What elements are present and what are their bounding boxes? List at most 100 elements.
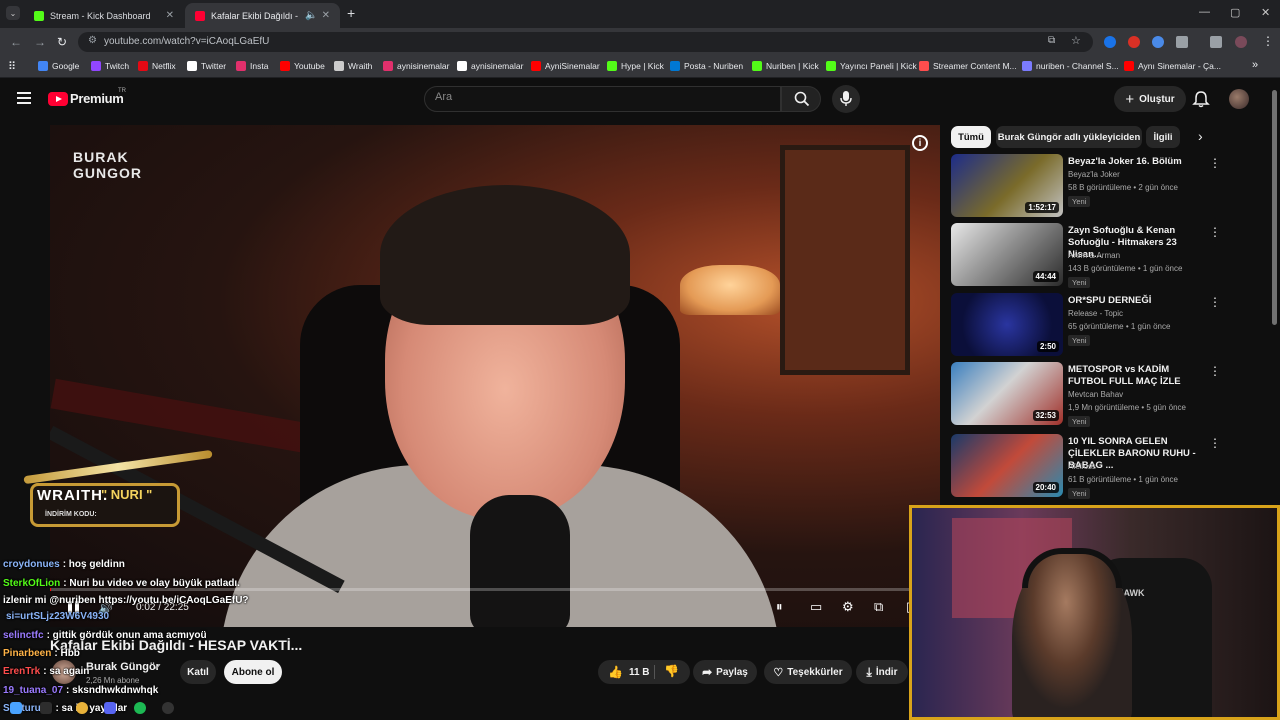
media-control-icon[interactable] [1210, 36, 1222, 48]
bookmark-item[interactable]: Insta [236, 61, 268, 71]
speaker-icon[interactable]: 🔈 [305, 10, 317, 21]
related-video-item[interactable]: 1:52:17 Beyaz'la Joker 16. Bölüm Beyaz'la … [951, 154, 1221, 220]
maximize-icon[interactable]: ▢ [1230, 6, 1240, 19]
install-icon[interactable]: ⧉ [1048, 35, 1055, 46]
chevron-right-icon[interactable]: › [1198, 128, 1203, 144]
more-vert-icon[interactable]: ⋮ [1209, 156, 1221, 170]
search-box[interactable] [424, 86, 781, 112]
bookmark-item[interactable]: Twitter [187, 61, 226, 71]
app-icon-1[interactable] [40, 702, 52, 714]
related-video-channel[interactable]: Arem & Arman [1068, 251, 1120, 260]
tab-close-icon[interactable]: ✕ [322, 10, 330, 21]
info-icon[interactable]: i [912, 135, 928, 151]
notifications-bell-icon[interactable] [1192, 90, 1210, 108]
bookmark-item[interactable]: Hype | Kick [607, 61, 664, 71]
related-video-item[interactable]: 32:53 METOSPOR vs KADİM FUTBOL FULL MAÇ İ… [951, 362, 1221, 428]
video-thumbnail[interactable]: 2:50 [951, 293, 1063, 356]
extension-icon-3[interactable] [1152, 36, 1164, 48]
related-video-channel[interactable]: Mevtcan Bahav [1068, 390, 1123, 399]
video-thumbnail[interactable]: 32:53 [951, 362, 1063, 425]
reload-icon[interactable]: ↻ [57, 35, 67, 49]
chrome-icon[interactable] [76, 702, 88, 714]
download-button[interactable]: ⤓ İndir [856, 660, 908, 684]
bookmark-item[interactable]: nuriben - Channel S... [1022, 61, 1119, 71]
bookmark-item[interactable]: Youtube [280, 61, 325, 71]
video-thumbnail[interactable]: 44:44 [951, 223, 1063, 286]
related-video-item[interactable]: 44:44 Zayn Sofuoğlu & Kenan Sofuoğlu - Hi… [951, 223, 1221, 289]
video-thumbnail[interactable]: 20:40 [951, 434, 1063, 497]
related-video-channel[interactable]: Release - Topic [1068, 309, 1123, 318]
address-bar[interactable]: ⚙ youtube.com/watch?v=iCAoqLGaEfU ⧉ ☆ [78, 32, 1093, 52]
create-button[interactable]: + Oluştur [1114, 86, 1186, 112]
bookmark-item[interactable]: Twitch [91, 61, 129, 71]
more-options-icon[interactable]: ⋮ [1262, 34, 1274, 48]
tab-search-icon[interactable]: ⌄ [6, 6, 20, 20]
bookmark-item[interactable]: Netflix [138, 61, 176, 71]
share-button[interactable]: ➦ Paylaş [693, 660, 757, 684]
subtitles-icon[interactable]: ▭ [810, 599, 822, 615]
new-tab-button[interactable]: + [347, 5, 355, 21]
bookmark-item[interactable]: Aynı Sinemalar - Ça... [1124, 61, 1221, 71]
chip-all[interactable]: Tümü [951, 126, 991, 148]
extension-icon-2[interactable] [1128, 36, 1140, 48]
related-video-channel[interactable]: Afelioss [1068, 462, 1096, 471]
youtube-logo-icon[interactable] [48, 92, 68, 106]
video-duration: 1:52:17 [1025, 202, 1059, 213]
chip-related[interactable]: İlgili [1146, 126, 1180, 148]
site-info-icon[interactable]: ⚙ [88, 35, 97, 46]
voice-search-button[interactable] [832, 85, 860, 113]
forward-icon[interactable]: → [34, 35, 46, 49]
chip-from-uploader[interactable]: Burak Güngör adlı yükleyiciden [996, 126, 1142, 148]
bookmark-item[interactable]: Posta - Nuriben [670, 61, 743, 71]
related-video-title[interactable]: Beyaz'la Joker 16. Bölüm [1068, 156, 1208, 168]
bookmark-item[interactable]: aynisinemalar [457, 61, 523, 71]
related-video-item[interactable]: 2:50 OR*SPU DERNEĞİ Release - Topic 65 görü… [951, 293, 1221, 359]
channel-watermark[interactable]: BURAK GUNGOR [73, 150, 142, 180]
autoplay-toggle-icon[interactable]: ⏸ [776, 599, 783, 615]
bookmark-item[interactable]: Wraith [334, 61, 372, 71]
tab-close-icon[interactable]: ✕ [166, 10, 174, 21]
more-vert-icon[interactable]: ⋮ [1209, 436, 1221, 450]
spotify-icon[interactable] [134, 702, 146, 714]
related-video-item[interactable]: 20:40 10 YIL SONRA GELEN ÇİLEKLER BARONU … [951, 434, 1221, 500]
related-video-title[interactable]: METOSPOR vs KADİM FUTBOL FULL MAÇ İZLE [1068, 364, 1208, 388]
bookmark-item[interactable]: Yayıncı Paneli | Kick [826, 61, 917, 71]
tab-youtube-video[interactable]: Kafalar Ekibi Dağıldı - HESA 🔈 ✕ [185, 3, 340, 28]
back-icon[interactable]: ← [10, 35, 22, 49]
related-video-title[interactable]: OR*SPU DERNEĞİ [1068, 295, 1208, 307]
search-input[interactable] [435, 91, 765, 103]
video-thumbnail[interactable]: 1:52:17 [951, 154, 1063, 217]
bookmark-star-icon[interactable]: ☆ [1071, 34, 1081, 47]
menu-icon[interactable] [17, 92, 31, 104]
more-vert-icon[interactable]: ⋮ [1209, 225, 1221, 239]
tab-kick-dashboard[interactable]: Stream - Kick Dashboard ✕ [24, 3, 184, 28]
bookmark-item[interactable]: Nuriben | Kick [752, 61, 819, 71]
bookmark-item[interactable]: aynisinemalar [383, 61, 449, 71]
like-button[interactable]: 👍 11 B 👎 [598, 660, 690, 684]
profile-icon[interactable] [1235, 36, 1247, 48]
related-video-channel[interactable]: Beyaz'la Joker [1068, 170, 1120, 179]
obs-icon[interactable] [162, 702, 174, 714]
settings-gear-icon[interactable]: ⚙ [842, 599, 854, 615]
miniplayer-icon[interactable]: ⧉ [874, 599, 883, 615]
extension-icon-1[interactable] [1104, 36, 1116, 48]
bookmark-item[interactable]: Google [38, 61, 79, 71]
minimize-icon[interactable]: — [1199, 6, 1210, 18]
more-vert-icon[interactable]: ⋮ [1209, 364, 1221, 378]
windows-start-icon[interactable] [10, 702, 22, 714]
account-avatar[interactable] [1229, 89, 1249, 109]
page-scrollbar[interactable] [1272, 90, 1277, 325]
thumbs-down-icon[interactable]: 👎 [664, 664, 679, 678]
more-bookmarks-icon[interactable]: » [1252, 59, 1258, 71]
more-vert-icon[interactable]: ⋮ [1209, 295, 1221, 309]
thanks-button[interactable]: ♡ Teşekkürler [764, 660, 852, 684]
bookmark-item[interactable]: Streamer Content M... [919, 61, 1017, 71]
extensions-puzzle-icon[interactable] [1176, 36, 1188, 48]
apps-grid-icon[interactable]: ⠿ [8, 60, 16, 73]
discord-icon[interactable] [104, 702, 116, 714]
youtube-logo-text[interactable]: Premium [70, 91, 124, 106]
video-player[interactable]: BURAK GUNGOR i 🔊 0:02 / 22:25 ⏸ ▭ ⚙ ⧉ ▯ [50, 125, 940, 627]
search-button[interactable] [781, 86, 821, 112]
bookmark-item[interactable]: AyniSinemalar [531, 61, 600, 71]
close-window-icon[interactable]: ✕ [1261, 6, 1270, 19]
